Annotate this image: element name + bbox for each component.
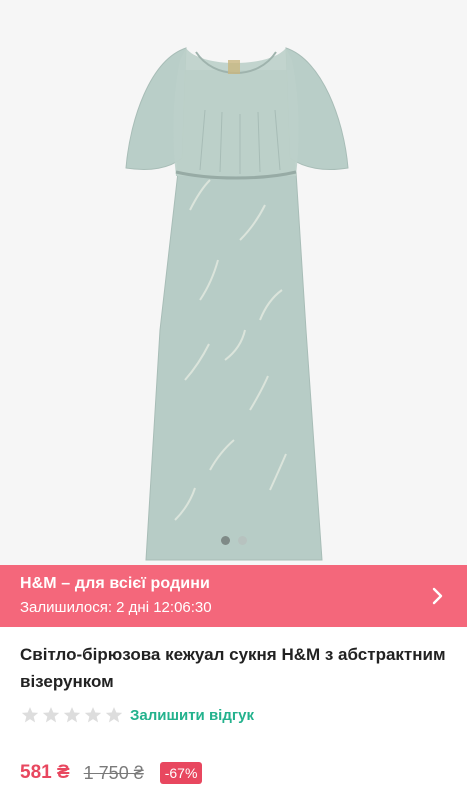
discount-badge: -67% — [159, 762, 203, 784]
product-title: Світло-бірюзова кежуал сукня H&M з абстр… — [20, 645, 446, 691]
star-icon — [21, 707, 39, 723]
price-row: 581 ₴ 1 750 ₴ -67% — [20, 762, 203, 784]
leave-review-link[interactable]: Залишити відгук — [130, 707, 254, 724]
star-icon — [42, 707, 60, 723]
promo-banner[interactable]: H&M – для всієї родини Залишилося: 2 дні… — [0, 565, 467, 627]
carousel-dot-2[interactable] — [237, 536, 247, 545]
promo-timer: Залишилося: 2 дні 12:06:30 — [20, 599, 212, 616]
product-image[interactable] — [0, 0, 467, 565]
old-price: 1 750 ₴ — [83, 762, 144, 783]
star-rating — [20, 705, 124, 725]
rating-row: Залишити відгук — [20, 705, 254, 725]
current-price: 581 ₴ — [20, 762, 70, 783]
carousel-dot-1[interactable] — [220, 536, 230, 545]
star-icon — [63, 707, 81, 723]
carousel-dots[interactable] — [0, 536, 467, 545]
star-icon — [105, 707, 123, 723]
star-icon — [84, 707, 102, 723]
promo-title: H&M – для всієї родини — [20, 575, 210, 592]
chevron-right-icon[interactable] — [431, 586, 445, 606]
dress-image — [125, 47, 349, 561]
